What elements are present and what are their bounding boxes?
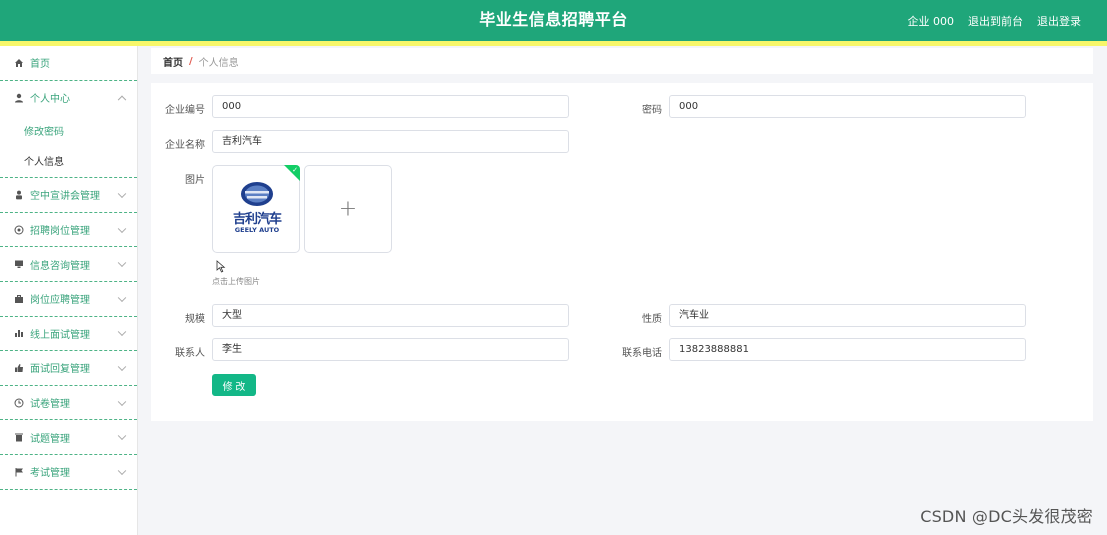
image-label: 图片: [185, 175, 205, 186]
chevron-down-icon: [117, 327, 127, 337]
contact-label: 联系人: [175, 348, 205, 359]
chevron-down-icon: [117, 362, 127, 371]
breadcrumb-current: 个人信息: [198, 57, 239, 69]
sidebar-item-papers[interactable]: 试卷管理: [0, 386, 137, 421]
chevron-down-icon: [117, 466, 127, 475]
phone-label: 联系电话: [622, 348, 662, 359]
breadcrumb-home[interactable]: 首页: [163, 54, 183, 69]
company-no-label: 企业编号: [165, 105, 205, 116]
contact-input[interactable]: 李生: [212, 338, 569, 361]
monitor-icon: [14, 259, 24, 269]
uploaded-image-card[interactable]: 吉利汽车 GEELY AUTO ✓: [212, 165, 300, 253]
sidebar-item-label: 考试管理: [30, 468, 70, 480]
user-icon: [14, 93, 24, 103]
chevron-down-icon: [117, 258, 127, 268]
sidebar-item-job-posts[interactable]: 招聘岗位管理: [0, 213, 137, 248]
nature-label: 性质: [642, 314, 662, 325]
header-links: 企业 000 退出到前台 退出登录: [908, 0, 1082, 41]
chevron-down-icon: [117, 293, 127, 302]
bar-chart-icon: [14, 328, 24, 338]
sidebar-item-label: 信息咨询管理: [30, 260, 90, 272]
sidebar-item-sky-seminar[interactable]: 空中宣讲会管理: [0, 178, 137, 213]
sidebar: 首页 个人中心 修改密码 个人信息 空中宣讲会管理 招聘岗位管理 信息咨询管理: [0, 46, 138, 535]
briefcase-icon: [14, 294, 24, 304]
sidebar-item-label: 首页: [30, 59, 50, 71]
sidebar-item-label: 面试回复管理: [30, 364, 90, 376]
chevron-down-icon: [117, 397, 127, 406]
scale-input[interactable]: 大型: [212, 304, 569, 327]
sidebar-item-label: 招聘岗位管理: [30, 226, 90, 238]
sidebar-item-label: 线上面试管理: [30, 329, 90, 341]
sidebar-subitem-personal-info[interactable]: 个人信息: [0, 145, 137, 175]
sidebar-item-label: 个人中心: [30, 94, 70, 106]
company-no-input[interactable]: 000: [212, 95, 569, 118]
breadcrumb-separator: /: [189, 55, 193, 67]
nature-input[interactable]: 汽车业: [669, 304, 1026, 327]
company-logo-chinese: 吉利汽车: [232, 212, 282, 227]
back-to-front-link[interactable]: 退出到前台: [968, 13, 1023, 29]
company-name-input[interactable]: 吉利汽车: [212, 130, 569, 153]
breadcrumb: 首页 / 个人信息: [151, 48, 1093, 74]
sidebar-item-home[interactable]: 首页: [0, 46, 137, 81]
company-logo-image: 吉利汽车 GEELY AUTO: [225, 180, 289, 238]
sidebar-item-interview-reply[interactable]: 面试回复管理: [0, 351, 137, 386]
scale-label: 规模: [185, 314, 205, 325]
chevron-up-icon: [117, 95, 127, 104]
sidebar-subitem-change-password[interactable]: 修改密码: [0, 115, 137, 145]
mouse-cursor-icon: [216, 260, 226, 273]
home-icon: [14, 58, 24, 68]
phone-input[interactable]: 13823888881: [669, 338, 1026, 361]
sidebar-item-online-interview[interactable]: 线上面试管理: [0, 317, 137, 352]
plus-icon: +: [338, 196, 358, 222]
chevron-down-icon: [117, 189, 127, 199]
current-user-label: 企业 000: [907, 14, 955, 28]
header-accent-strip: [0, 41, 1107, 46]
chevron-down-icon: [117, 431, 127, 441]
sidebar-item-label: 试题管理: [30, 433, 70, 445]
password-label: 密码: [642, 105, 662, 116]
thumb-icon: [14, 363, 24, 373]
sidebar-item-exams[interactable]: 考试管理: [0, 455, 137, 490]
target-icon: [14, 225, 24, 235]
sidebar-item-label: 试卷管理: [30, 399, 70, 411]
chevron-down-icon: [117, 224, 127, 233]
upload-hint: 点击上传图片: [212, 277, 260, 286]
clock-icon: [14, 398, 24, 408]
sidebar-item-questions[interactable]: 试题管理: [0, 420, 137, 455]
sidebar-item-label: 空中宣讲会管理: [30, 191, 100, 203]
password-input[interactable]: 000: [669, 95, 1026, 118]
submit-button[interactable]: 修 改: [212, 374, 256, 396]
person-icon: [14, 190, 24, 200]
sidebar-item-label: 岗位应聘管理: [30, 295, 90, 307]
sidebar-item-info-consult[interactable]: 信息咨询管理: [0, 247, 137, 282]
sidebar-group-personal: 个人中心 修改密码 个人信息: [0, 81, 137, 179]
company-logo-english: GEELY AUTO: [234, 226, 280, 234]
sidebar-item-personal-center[interactable]: 个人中心: [0, 81, 137, 116]
upload-add-button[interactable]: +: [304, 165, 392, 253]
watermark: CSDN @DC头发很茂密: [920, 507, 1093, 526]
flag-icon: [14, 467, 24, 477]
trash-icon: [14, 432, 24, 442]
logout-link[interactable]: 退出登录: [1037, 13, 1081, 29]
profile-form: 企业编号 000 密码 000 企业名称 吉利汽车 图片 吉利汽车 GEELY …: [151, 83, 1093, 421]
sidebar-item-applications[interactable]: 岗位应聘管理: [0, 282, 137, 317]
check-icon: ✓: [292, 166, 298, 174]
company-name-label: 企业名称: [165, 140, 205, 151]
